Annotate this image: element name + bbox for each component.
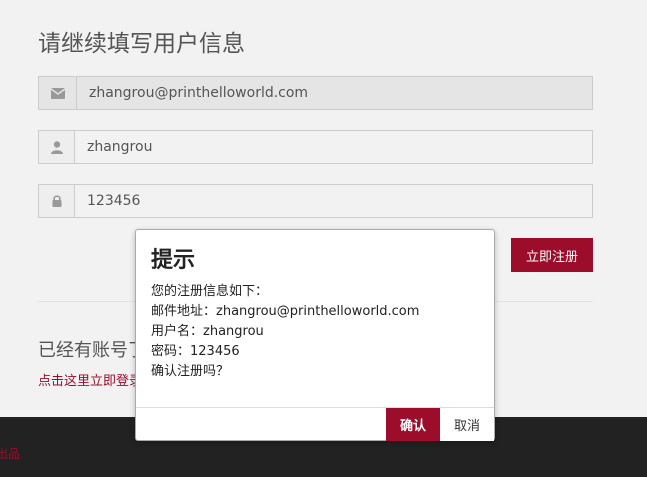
username-field[interactable] — [75, 131, 592, 163]
register-button[interactable]: 立即注册 — [511, 238, 593, 272]
email-field[interactable] — [77, 77, 592, 109]
dialog-line-question: 确认注册吗？ — [151, 364, 230, 379]
username-input-group — [38, 130, 593, 164]
have-account-heading: 已经有账号了 — [38, 340, 146, 361]
footer-text: 出品 — [0, 447, 21, 461]
dialog-body: 您的注册信息如下： 邮件地址：zhangrou@printhelloworld.… — [151, 282, 419, 382]
password-field[interactable] — [75, 185, 592, 217]
dialog-line-intro: 您的注册信息如下： — [151, 284, 269, 299]
cancel-button[interactable]: 取消 — [440, 408, 494, 441]
email-input-group — [38, 76, 593, 110]
envelope-icon — [39, 77, 77, 109]
dialog-line-email: 邮件地址：zhangrou@printhelloworld.com — [151, 304, 420, 319]
dialog-title: 提示 — [151, 248, 196, 273]
dialog-footer: 确认 取消 — [136, 407, 494, 441]
page-title: 请继续填写用户信息 — [38, 31, 245, 57]
user-icon — [39, 131, 75, 163]
confirm-button[interactable]: 确认 — [386, 408, 440, 441]
confirm-dialog: 提示 您的注册信息如下： 邮件地址：zhangrou@printhellowor… — [135, 229, 495, 441]
lock-icon — [39, 185, 75, 217]
dialog-line-username: 用户名：zhangrou — [151, 324, 264, 339]
login-link[interactable]: 点击这里立即登录 — [38, 370, 142, 389]
password-input-group — [38, 184, 593, 218]
dialog-line-password: 密码：123456 — [151, 344, 240, 359]
